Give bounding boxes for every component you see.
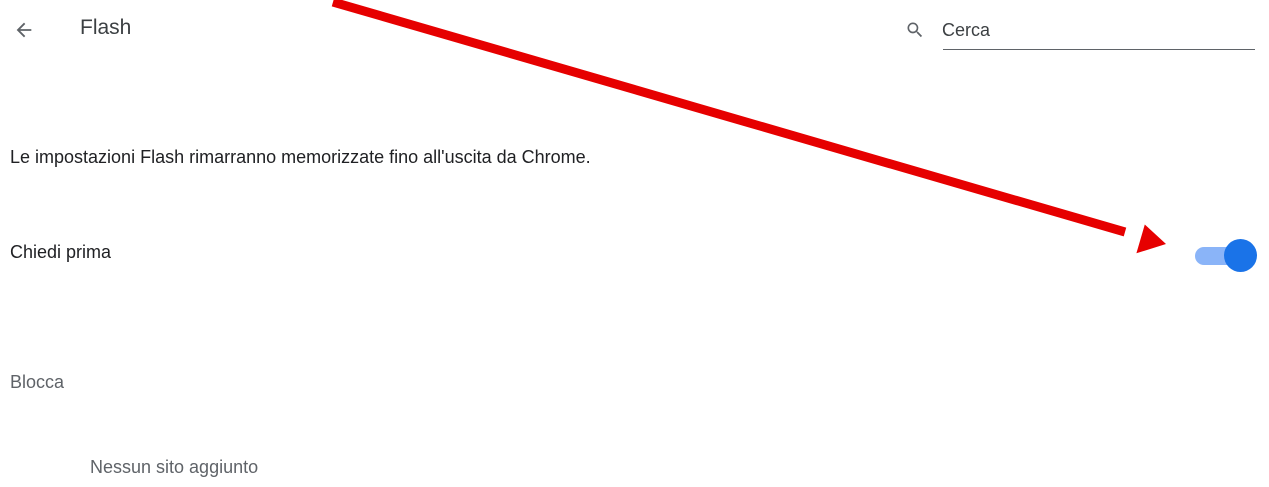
toggle-knob — [1224, 239, 1257, 272]
ask-first-row[interactable]: Chiedi prima — [0, 225, 1269, 285]
arrow-left-icon — [16, 22, 32, 38]
page-header: Flash — [0, 0, 1269, 60]
search-input[interactable] — [942, 16, 1254, 44]
ask-first-toggle[interactable] — [1191, 237, 1257, 272]
block-section-heading: Blocca — [10, 372, 65, 392]
search-underline — [943, 49, 1255, 50]
flash-settings-description: Le impostazioni Flash rimarranno memoriz… — [10, 147, 591, 167]
ask-first-label: Chiedi prima — [10, 242, 112, 262]
page-title: Flash — [80, 16, 132, 39]
search-icon — [907, 22, 923, 38]
block-empty-message: Nessun sito aggiunto — [90, 457, 259, 477]
search-field[interactable] — [903, 10, 1255, 50]
back-button[interactable] — [4, 10, 44, 50]
